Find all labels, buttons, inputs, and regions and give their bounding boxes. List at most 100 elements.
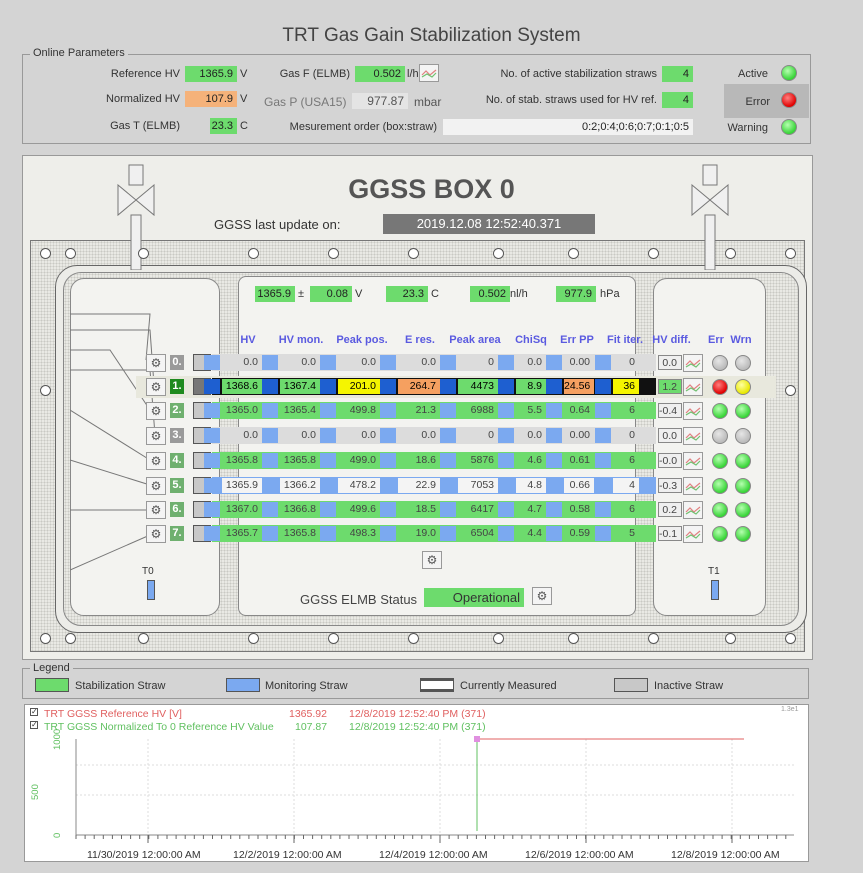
straw-1-marker-errpp bbox=[546, 379, 562, 394]
header-peak-area: Peak area bbox=[449, 334, 501, 346]
straw-7-chisq: 4.4 bbox=[516, 526, 546, 541]
straw-6-marker-eres bbox=[380, 502, 396, 517]
straw-2-settings-button[interactable]: ⚙ bbox=[146, 402, 166, 420]
last-update-label: GGSS last update on: bbox=[214, 217, 341, 232]
straw-3-area: 0 bbox=[458, 428, 498, 443]
straw-6-wrn-led bbox=[735, 502, 751, 518]
straw-2-marker-hv bbox=[204, 403, 220, 418]
straw-0-peak: 0.0 bbox=[338, 355, 380, 370]
header-hv-mon: HV mon. bbox=[278, 334, 324, 346]
straw-2-trend-button[interactable] bbox=[683, 402, 703, 420]
straw-0-marker-hvmon bbox=[262, 355, 278, 370]
straw-2-marker-fit bbox=[595, 403, 611, 418]
straw-7-settings-button[interactable]: ⚙ bbox=[146, 525, 166, 543]
frame-hole bbox=[40, 633, 51, 644]
trend-icon bbox=[685, 530, 701, 539]
straw-6-marker-peak bbox=[320, 502, 336, 517]
straw-6-errpp: 0.58 bbox=[564, 502, 594, 517]
straw-3-number: 3. bbox=[170, 428, 184, 443]
legend-swatch-inactive bbox=[614, 678, 648, 692]
straw-5-hv: 1365.9 bbox=[222, 478, 262, 493]
straw-1-trend-button[interactable] bbox=[683, 378, 703, 396]
frame-hole bbox=[408, 248, 419, 259]
straw-6-chisq: 4.7 bbox=[516, 502, 546, 517]
straw-4-hv: 1365.8 bbox=[222, 453, 262, 468]
header-hv-diff: HV diff. bbox=[652, 334, 691, 346]
straw-6-settings-button[interactable]: ⚙ bbox=[146, 501, 166, 519]
straw-1-peak: 201.0 bbox=[338, 379, 380, 394]
t0-label: T0 bbox=[142, 566, 154, 577]
straw-1-wrn-led bbox=[735, 379, 751, 395]
straw-5-settings-button[interactable]: ⚙ bbox=[146, 477, 166, 495]
straw-3-marker-eres bbox=[380, 428, 396, 443]
straw-0-marker-errpp bbox=[546, 355, 562, 370]
straw-3-settings-button[interactable]: ⚙ bbox=[146, 427, 166, 445]
straw-7-marker-eres bbox=[380, 526, 396, 541]
active-status-label: Active bbox=[738, 68, 768, 80]
straw-6-number: 6. bbox=[170, 502, 184, 517]
frame-hole bbox=[785, 633, 796, 644]
straw-0-trend-button[interactable] bbox=[683, 354, 703, 372]
x-tick-2: 12/4/2019 12:00:00 AM bbox=[379, 849, 488, 861]
x-tick-3: 12/6/2019 12:00:00 AM bbox=[525, 849, 634, 861]
straw-5-marker-chisq bbox=[498, 478, 514, 493]
straw-4-trend-button[interactable] bbox=[683, 452, 703, 470]
straw-3-hv-diff: 0.0 bbox=[658, 428, 682, 443]
straw-3-marker-errpp bbox=[546, 428, 562, 443]
straw-5-marker-hv bbox=[204, 478, 220, 493]
straw-7-err-led bbox=[712, 526, 728, 542]
trend-icon bbox=[685, 383, 701, 392]
straw-6-trend-button[interactable] bbox=[683, 501, 703, 519]
straw-5-trend-button[interactable] bbox=[683, 477, 703, 495]
straw-4-settings-button[interactable]: ⚙ bbox=[146, 452, 166, 470]
trend-chart bbox=[75, 736, 794, 843]
straw-7-trend-button[interactable] bbox=[683, 525, 703, 543]
legend-swatch-monitoring bbox=[226, 678, 260, 692]
straw-1-fit: 36 bbox=[613, 379, 639, 394]
straw-2-fit: 6 bbox=[613, 403, 639, 418]
straw-0-settings-button[interactable]: ⚙ bbox=[146, 354, 166, 372]
trend-s1-name: TRT GGSS Reference HV [V] bbox=[44, 708, 182, 720]
straw-2-eres: 21.3 bbox=[398, 403, 440, 418]
straw-6-marker-errpp bbox=[546, 502, 562, 517]
straw-3-errpp: 0.00 bbox=[564, 428, 594, 443]
straw-1-marker-peak bbox=[320, 379, 336, 394]
straw-5-hv-diff: -0.3 bbox=[658, 478, 682, 493]
straw-3-eres: 0.0 bbox=[398, 428, 440, 443]
warning-status-led bbox=[781, 119, 797, 135]
straw-4-hv-diff: -0.0 bbox=[658, 453, 682, 468]
straw-4-marker-chisq bbox=[498, 453, 514, 468]
straw-2-marker-eres bbox=[380, 403, 396, 418]
straw-5-marker-errpp bbox=[546, 478, 562, 493]
gas-f-trend-button[interactable] bbox=[419, 64, 439, 82]
straw-7-wrn-led bbox=[735, 526, 751, 542]
frame-hole bbox=[138, 633, 149, 644]
trend-s1-time: 12/8/2019 12:52:40 PM (371) bbox=[349, 708, 486, 720]
center-settings-button[interactable]: ⚙ bbox=[422, 551, 442, 569]
gear-icon: ⚙ bbox=[150, 429, 162, 443]
straw-5-number: 5. bbox=[170, 478, 184, 493]
trend-s1-checkbox[interactable]: ✓ bbox=[30, 708, 38, 716]
straw-3-wrn-led bbox=[735, 428, 751, 444]
straw-6-err-led bbox=[712, 502, 728, 518]
straw-1-err-led bbox=[712, 379, 728, 395]
x-tick-1: 12/2/2019 12:00:00 AM bbox=[233, 849, 342, 861]
straw-3-chisq: 0.0 bbox=[516, 428, 546, 443]
straw-1-hv-diff: 1.2 bbox=[658, 379, 682, 394]
gear-icon: ⚙ bbox=[150, 503, 162, 517]
header-e-res: E res. bbox=[405, 334, 435, 346]
frame-hole bbox=[408, 633, 419, 644]
elmb-settings-button[interactable]: ⚙ bbox=[532, 587, 552, 605]
straw-1-settings-button[interactable]: ⚙ bbox=[146, 378, 166, 396]
straw-6-hv: 1367.0 bbox=[222, 502, 262, 517]
straw-6-marker-fit bbox=[595, 502, 611, 517]
header-peak-pos: Peak pos. bbox=[336, 334, 388, 346]
straw-7-area: 6504 bbox=[458, 526, 498, 541]
straw-3-trend-button[interactable] bbox=[683, 427, 703, 445]
gas-f-value: 0.502 bbox=[355, 66, 405, 82]
straw-3-marker-area bbox=[440, 428, 456, 443]
summary-pressure-unit: hPa bbox=[600, 288, 620, 300]
summary-flow-unit: nl/h bbox=[510, 288, 528, 300]
trend-s2-checkbox[interactable]: ✓ bbox=[30, 721, 38, 729]
gear-icon: ⚙ bbox=[150, 404, 162, 418]
